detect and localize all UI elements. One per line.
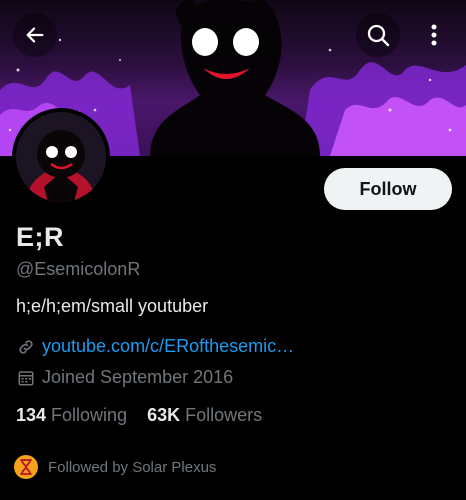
profile-link-row: youtube.com/c/ERofthesemic… xyxy=(16,336,294,357)
followed-by[interactable]: Followed by Solar Plexus xyxy=(12,453,216,481)
following-stat[interactable]: 134 Following xyxy=(16,405,127,426)
joined-row: Joined September 2016 xyxy=(16,367,233,388)
following-label: Following xyxy=(51,405,128,425)
followers-label: Followers xyxy=(185,405,263,425)
link-icon xyxy=(16,337,36,357)
followed-by-text: Followed by Solar Plexus xyxy=(48,458,217,476)
bio: h;e/h;em/small youtuber xyxy=(16,296,209,316)
back-button[interactable] xyxy=(13,13,57,57)
search-icon xyxy=(367,24,390,47)
calendar-icon xyxy=(16,368,36,388)
search-button[interactable] xyxy=(356,13,400,57)
joined-date: Joined September 2016 xyxy=(42,367,234,387)
profile-avatar[interactable] xyxy=(12,108,110,206)
more-vertical-icon xyxy=(431,24,437,46)
more-options-button[interactable] xyxy=(412,13,456,57)
avatar-image xyxy=(16,112,106,202)
following-count: 134 xyxy=(16,405,47,425)
hourglass-icon xyxy=(20,459,32,475)
follow-button[interactable]: Follow xyxy=(324,168,452,210)
follower-avatar xyxy=(12,453,40,481)
handle: @EsemicolonR xyxy=(16,259,141,279)
followers-stat[interactable]: 63K Followers xyxy=(147,405,262,426)
display-name: E;R xyxy=(16,222,64,252)
profile-link[interactable]: youtube.com/c/ERofthesemic… xyxy=(42,336,294,357)
followers-count: 63K xyxy=(147,405,181,425)
arrow-left-icon xyxy=(26,27,44,43)
follow-stats: 134 Following 63K Followers xyxy=(16,405,282,426)
